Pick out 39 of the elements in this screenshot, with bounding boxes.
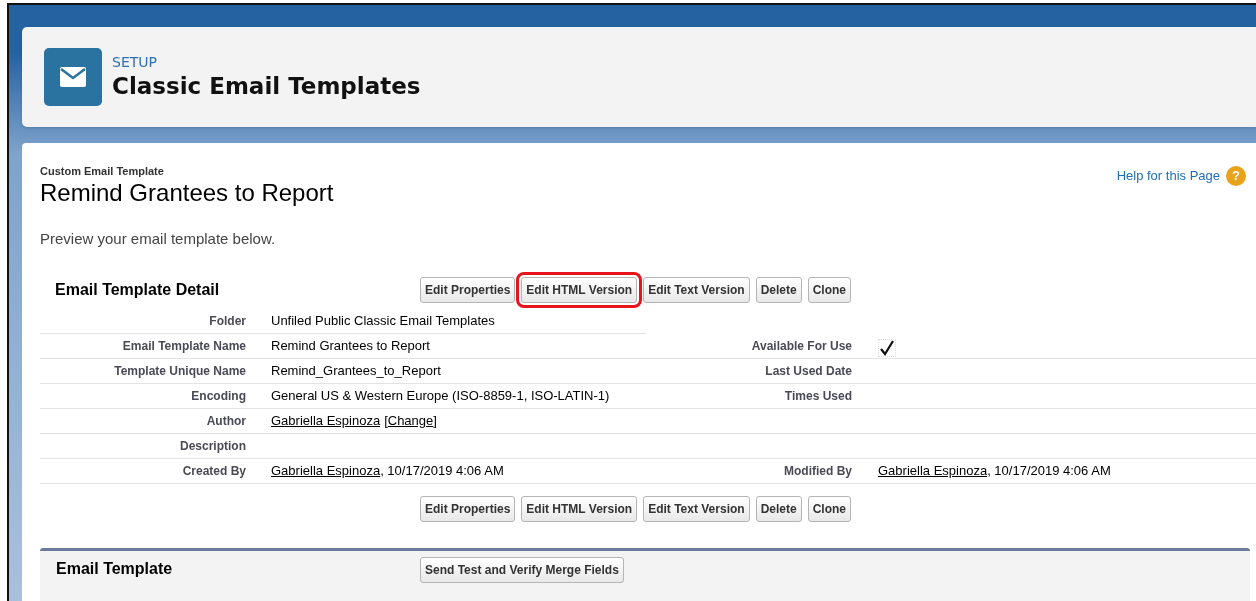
action-button[interactable]: Send Test and Verify Merge Fields — [420, 556, 624, 583]
field-value: Unfiled Public Classic Email Templates — [271, 311, 495, 330]
field-label: Template Unique Name — [113, 362, 246, 380]
field-label: Last Used Date — [764, 362, 852, 380]
field-value: Remind_Grantees_to_Report — [271, 361, 441, 380]
field-label: Author — [205, 412, 246, 430]
field-label: Email Template Name — [121, 337, 246, 355]
record-title: Remind Grantees to Report — [40, 178, 334, 208]
envelope-icon — [44, 48, 102, 106]
intro-text: Preview your email template below. — [40, 229, 277, 249]
field-label: Modified By — [783, 462, 852, 480]
setup-label: SETUP — [112, 53, 158, 71]
action-button[interactable]: Delete — [755, 495, 802, 522]
action-button[interactable]: Clone — [807, 276, 851, 303]
field-label: Created By — [181, 462, 246, 480]
action-button[interactable]: Delete — [755, 276, 802, 303]
field-label: Times Used — [783, 387, 852, 405]
timestamp-text: , 10/17/2019 4:06 AM — [987, 461, 1111, 480]
bracket-text: ] — [433, 411, 437, 430]
field-label: Encoding — [190, 387, 246, 405]
bracket-text: [ — [384, 411, 388, 430]
action-button[interactable]: Clone — [807, 495, 851, 522]
field-value: General US & Western Europe (ISO-8859-1, ISO-LATIN-1) — [271, 386, 610, 405]
action-button[interactable]: Edit Properties — [420, 276, 516, 303]
help-link[interactable]: Help for this Page — [1116, 166, 1220, 186]
section-title: Email Template Detail — [54, 279, 221, 300]
user-link[interactable]: Gabriella Espinoza — [271, 410, 381, 431]
action-button[interactable]: Edit HTML Version — [521, 495, 638, 522]
action-button[interactable]: Edit Text Version — [643, 276, 750, 303]
record-type-label: Custom Email Template — [40, 165, 165, 178]
field-label: Folder — [208, 312, 246, 330]
action-button[interactable]: Edit Properties — [420, 495, 516, 522]
page-title: Classic Email Templates — [112, 72, 421, 101]
timestamp-text: , 10/17/2019 4:06 AM — [380, 461, 504, 480]
section-title: Email Template — [55, 558, 174, 579]
action-button[interactable]: Edit Text Version — [643, 495, 750, 522]
field-label: Description — [179, 437, 246, 455]
field-label: Available For Use — [750, 337, 852, 355]
field-value: Remind Grantees to Report — [271, 336, 430, 355]
